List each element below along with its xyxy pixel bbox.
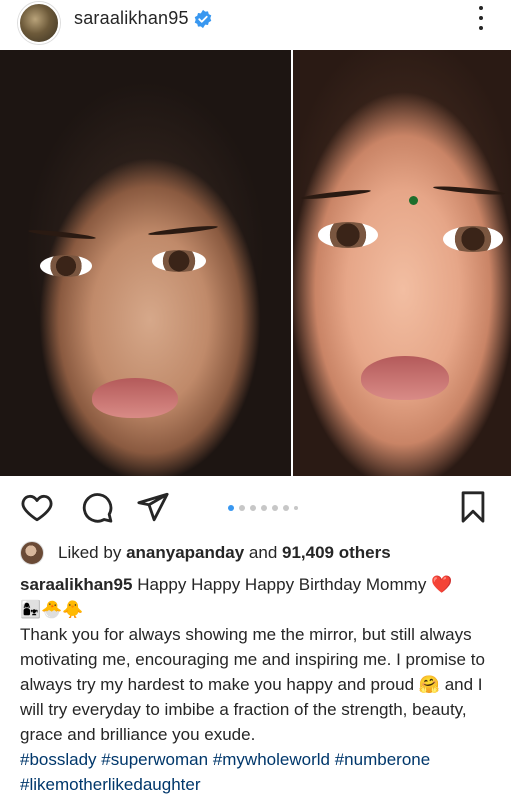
post-image[interactable]: [0, 50, 511, 476]
eyebrow: [432, 184, 506, 197]
red-heart-icon: ❤️: [431, 575, 453, 594]
eyebrow: [300, 188, 372, 201]
hashtag-link[interactable]: #mywholeworld: [213, 750, 330, 769]
caption-hashtags: #bosslady #superwoman #mywholeworld #num…: [20, 747, 500, 797]
carousel-indicator: [228, 505, 298, 511]
likes-prefix: Liked by: [58, 543, 122, 562]
caption-username[interactable]: saraalikhan95: [20, 575, 132, 594]
likes-text[interactable]: Liked by ananyapanday and 91,409 others: [58, 543, 391, 563]
likes-row: Liked by ananyapanday and 91,409 others: [20, 538, 391, 568]
send-icon[interactable]: [136, 490, 170, 524]
caption-line1: saraalikhan95 Happy Happy Happy Birthday…: [20, 572, 500, 597]
post-actions-bar: [0, 480, 511, 536]
carousel-dot: [250, 505, 256, 511]
lips: [361, 356, 449, 400]
post-header: saraalikhan95: [0, 0, 511, 50]
left-portrait: [0, 50, 291, 476]
bindi: [409, 196, 418, 205]
verified-badge-icon: [194, 9, 212, 29]
caption-title: Happy Happy Happy Birthday Mommy: [137, 575, 427, 594]
hashtag-link[interactable]: #numberone: [335, 750, 430, 769]
eyebrow: [147, 224, 219, 237]
heart-icon[interactable]: [20, 490, 54, 524]
hashtag-link[interactable]: #superwoman: [101, 750, 208, 769]
user-avatar[interactable]: [18, 2, 60, 44]
caption-body-text: Thank you for always showing me the mirr…: [20, 625, 485, 694]
carousel-dot: [261, 505, 267, 511]
more-options-icon[interactable]: [471, 4, 491, 32]
likes-middle: and: [248, 543, 278, 562]
carousel-dot: [294, 506, 298, 510]
carousel-dot: [239, 505, 245, 511]
hashtag-link[interactable]: #bosslady: [20, 750, 97, 769]
comment-icon[interactable]: [80, 490, 114, 524]
eyebrow: [27, 228, 97, 241]
caption-emoji-line: 👩‍👧🐣🐥: [20, 600, 84, 619]
hashtag-link[interactable]: #likemotherlikedaughter: [20, 775, 201, 794]
caption-body: Thank you for always showing me the mirr…: [20, 622, 500, 747]
carousel-dot: [272, 505, 278, 511]
liker-username[interactable]: ananyapanday: [126, 543, 244, 562]
eye: [152, 250, 206, 272]
likes-count[interactable]: 91,409 others: [282, 543, 391, 562]
lips: [92, 378, 178, 418]
right-portrait: [293, 50, 511, 476]
carousel-dot: [228, 505, 234, 511]
bookmark-icon[interactable]: [456, 490, 490, 524]
hug-emoji-icon: 🤗: [418, 675, 440, 694]
eye: [40, 255, 92, 277]
post-username[interactable]: saraalikhan95: [74, 8, 189, 29]
liker-avatar[interactable]: [20, 541, 44, 565]
post-caption: saraalikhan95 Happy Happy Happy Birthday…: [20, 572, 500, 797]
eye: [318, 222, 378, 248]
carousel-dot: [283, 505, 289, 511]
eye: [443, 226, 503, 252]
